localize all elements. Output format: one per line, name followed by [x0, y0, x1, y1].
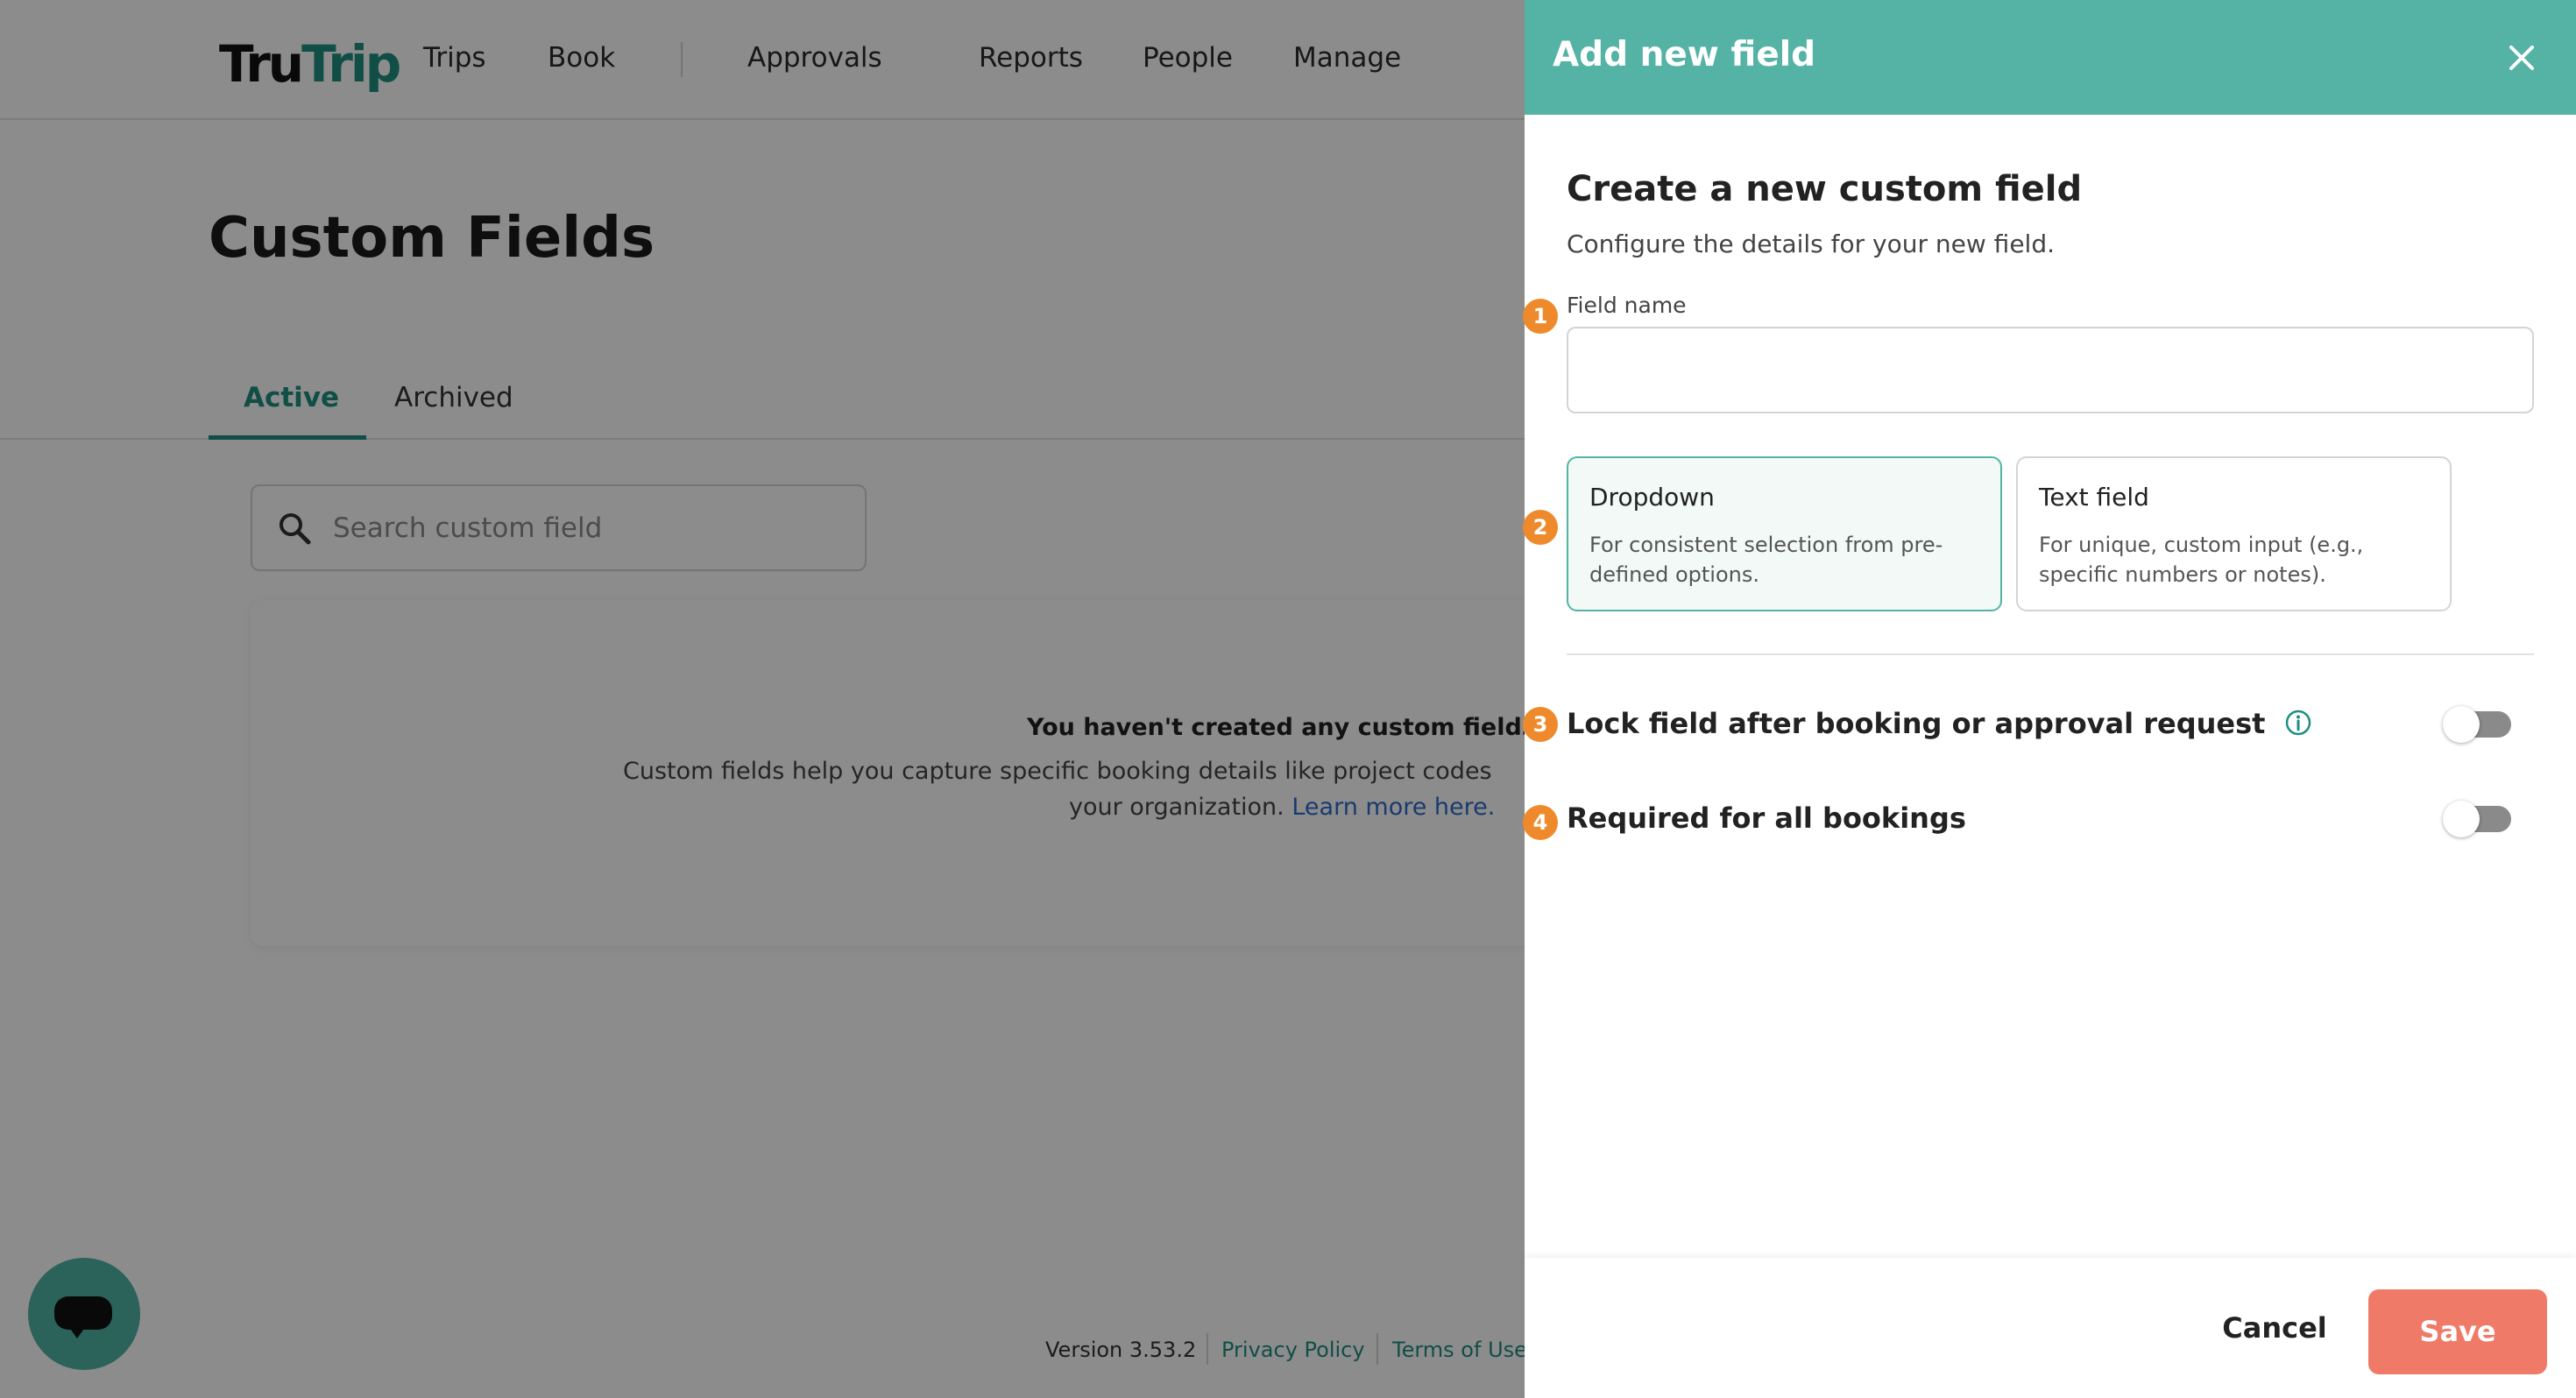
close-icon[interactable] — [2497, 33, 2546, 82]
drawer-header: Add new field — [1525, 0, 2576, 115]
toggle-knob — [2443, 706, 2480, 743]
step-marker-4: 4 — [1523, 805, 1558, 840]
lock-field-label: Lock field after booking or approval req… — [1567, 707, 2312, 740]
text-field-type-option[interactable]: Text field For unique, custom input (e.g… — [2016, 456, 2452, 611]
step-marker-2: 2 — [1523, 510, 1558, 545]
field-name-label: Field name — [1567, 293, 1687, 318]
lock-field-toggle[interactable] — [2443, 706, 2511, 743]
required-field-label: Required for all bookings — [1567, 801, 1966, 835]
text-field-option-description: For unique, custom input (e.g., specific… — [2039, 533, 2364, 587]
modal-backdrop[interactable] — [0, 0, 1525, 1398]
step-marker-1: 1 — [1523, 299, 1558, 334]
section-divider — [1567, 653, 2534, 655]
required-field-toggle[interactable] — [2443, 801, 2511, 837]
add-field-drawer: Add new field Create a new custom field … — [1523, 0, 2576, 1398]
info-icon[interactable] — [2284, 709, 2312, 737]
form-subheading: Configure the details for your new field… — [1567, 229, 2055, 258]
field-name-input[interactable] — [1567, 327, 2534, 413]
toggle-knob — [2443, 801, 2480, 837]
form-heading: Create a new custom field — [1567, 169, 2083, 209]
dropdown-type-option[interactable]: Dropdown For consistent selection from p… — [1567, 456, 2002, 611]
save-button[interactable]: Save — [2368, 1289, 2547, 1374]
text-field-option-title: Text field — [2039, 483, 2149, 512]
step-marker-3: 3 — [1523, 707, 1558, 742]
cancel-button[interactable]: Cancel — [2213, 1291, 2336, 1365]
dropdown-option-description: For consistent selection from pre-define… — [1589, 533, 1943, 587]
dropdown-option-title: Dropdown — [1589, 483, 1715, 512]
drawer-footer: Cancel Save — [1525, 1258, 2576, 1398]
drawer-title: Add new field — [1553, 35, 1816, 74]
